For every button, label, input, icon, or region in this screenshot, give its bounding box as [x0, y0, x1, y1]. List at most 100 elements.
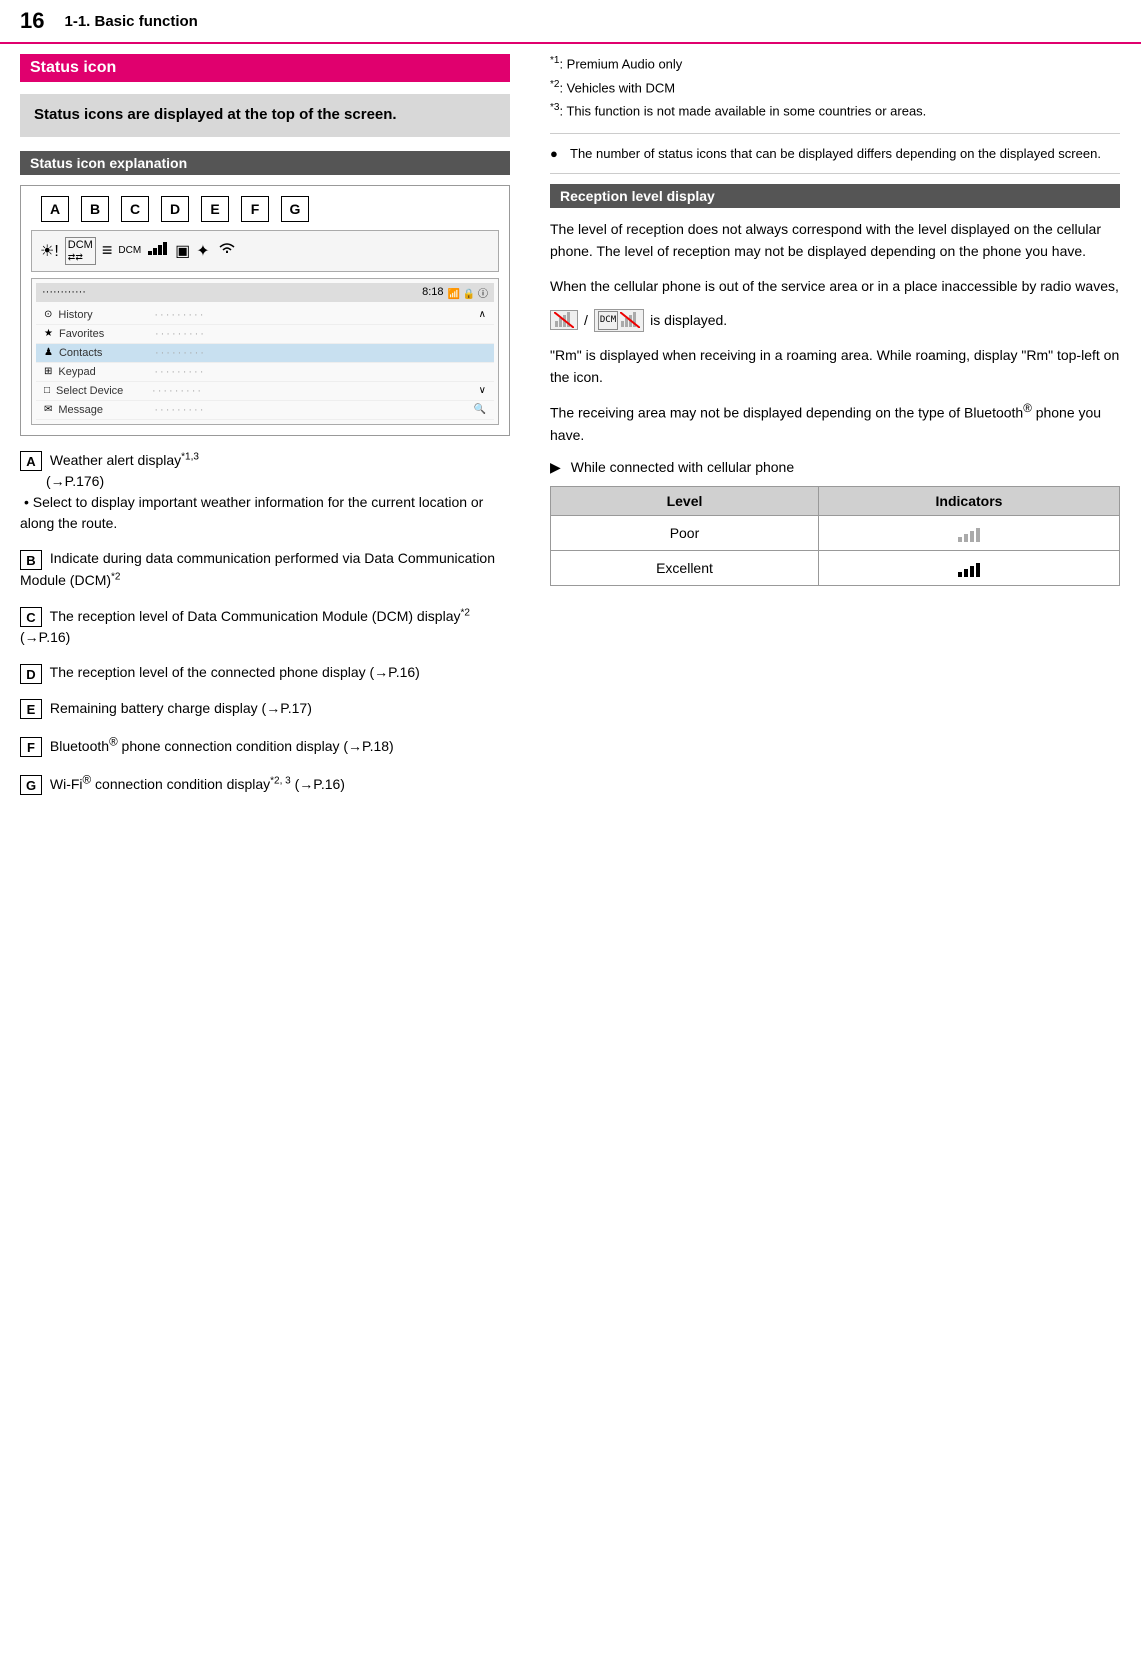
list-item: □ Select Device ········· ∨	[36, 382, 494, 401]
table-row-poor: Poor	[551, 515, 1120, 550]
connected-label: While connected with cellular phone	[571, 459, 794, 475]
level-poor: Poor	[551, 515, 819, 550]
list-dots: ·········	[152, 385, 473, 397]
bluetooth-icon: ✦	[196, 241, 209, 261]
list-dots: ·········	[154, 309, 472, 321]
list-chevron-down: ∨	[479, 385, 486, 396]
icon-labels-row: A B C D E F G	[31, 196, 499, 222]
level-table: Level Indicators Poor	[550, 486, 1120, 586]
level-excellent: Excellent	[551, 550, 819, 585]
letter-box-D: D	[20, 664, 42, 684]
list-label-contacts: Contacts	[59, 347, 149, 359]
dcm-label-icon: DCM	[118, 245, 141, 256]
indicator-poor	[818, 515, 1119, 550]
slash-separator: /	[584, 309, 588, 331]
footnote-3: *3: This function is not made available …	[550, 101, 1120, 121]
level-header: Level	[551, 486, 819, 515]
screen-time: ············	[42, 286, 86, 298]
list-item: ⊙ History ········· ∧	[36, 306, 494, 325]
item-B-text: Indicate during data communication perfo…	[20, 550, 495, 588]
list-icon-message: ✉	[44, 404, 52, 415]
item-C: C The reception level of Data Communicat…	[20, 605, 510, 648]
list-dots: ·········	[154, 404, 467, 416]
reception-heading: Reception level display	[550, 184, 1120, 208]
connected-bullet: ▶ While connected with cellular phone	[550, 459, 1120, 476]
explanation-heading: Status icon explanation	[20, 151, 510, 175]
list-icon-history: ⊙	[44, 309, 52, 320]
list-label-favorites: Favorites	[59, 328, 149, 340]
screen-mockup: ············ 8:18 📶 🔒 ⓘ ⊙ History ······…	[31, 278, 499, 425]
dcm-crossed-signal-icon: DCM	[594, 309, 644, 331]
reception-para1: The level of reception does not always c…	[550, 218, 1120, 263]
list-search-icon: 🔍	[474, 404, 486, 415]
sup-B: *2	[111, 572, 120, 583]
icon-label-D: D	[161, 196, 189, 222]
item-B: B Indicate during data communication per…	[20, 548, 510, 591]
item-A: A Weather alert display*1,3 (→P.176) • S…	[20, 450, 510, 535]
icon-label-G: G	[281, 196, 309, 222]
letter-box-F: F	[20, 737, 42, 757]
item-A-bullet: • Select to display important weather in…	[20, 494, 483, 531]
weather-alert-icon: ☀!	[40, 241, 59, 261]
list-label-message: Message	[58, 404, 148, 416]
icon-symbols-row: ☀! DCM⇄⇄ ≡ DCM ▣ ✦	[31, 230, 499, 272]
icon-label-F: F	[241, 196, 269, 222]
icon-label-B: B	[81, 196, 109, 222]
footnote-section: *1: Premium Audio only *2: Vehicles with…	[550, 54, 1120, 121]
signal-displayed-line: / DCM is displayed.	[550, 309, 1120, 331]
footnote-1: *1: Premium Audio only	[550, 54, 1120, 74]
screen-status-icons: 📶 🔒 ⓘ	[448, 285, 488, 300]
triangle-bullet-icon: ▶	[550, 459, 561, 476]
item-C-text: The reception level of Data Communicatio…	[20, 608, 470, 645]
item-F-text: Bluetooth® phone connection condition di…	[50, 738, 394, 754]
list-dots: ·········	[154, 366, 486, 378]
signal-bars-icon	[147, 240, 169, 261]
page-number: 16	[20, 8, 44, 34]
table-row-excellent: Excellent	[551, 550, 1120, 585]
content-area: Status icon Status icons are displayed a…	[0, 54, 1141, 809]
battery-icon: ▣	[175, 241, 190, 261]
note-text: The number of status icons that can be d…	[570, 144, 1101, 164]
list-item: ★ Favorites ·········	[36, 325, 494, 344]
list-icon-favorites: ★	[44, 328, 53, 339]
icon-label-E: E	[201, 196, 229, 222]
note-bullet: ● The number of status icons that can be…	[550, 144, 1120, 164]
item-A-text: Weather alert display*1,3	[50, 452, 199, 468]
lines-icon: ≡	[102, 240, 113, 261]
bullet-dot: ●	[550, 144, 562, 164]
info-box: Status icons are displayed at the top of…	[20, 94, 510, 137]
divider	[550, 133, 1120, 134]
sup-C: *2	[460, 607, 469, 618]
dcm-icon: DCM⇄⇄	[65, 237, 96, 265]
list-icon-keypad: ⊞	[44, 366, 52, 377]
list-icon-select-device: □	[44, 385, 50, 396]
page-header: 16 1-1. Basic function	[0, 0, 1141, 44]
list-label-keypad: Keypad	[58, 366, 148, 378]
list-chevron: ∧	[479, 309, 486, 320]
item-E-text: Remaining battery charge display (→P.17)	[50, 700, 312, 716]
sup-A: *1,3	[181, 452, 199, 463]
list-item: ✉ Message ········· 🔍	[36, 401, 494, 420]
item-G-text: Wi-Fi® connection condition display*2, 3…	[50, 776, 345, 792]
item-F: F Bluetooth® phone connection condition …	[20, 733, 510, 757]
icon-diagram: A B C D E F G ☀! DCM⇄⇄ ≡ DCM	[20, 185, 510, 436]
list-dots: ·········	[155, 347, 486, 359]
indicators-header: Indicators	[818, 486, 1119, 515]
status-icon-heading: Status icon	[20, 54, 510, 82]
divider2	[550, 173, 1120, 174]
item-G: G Wi-Fi® connection condition display*2,…	[20, 771, 510, 795]
icon-label-A: A	[41, 196, 69, 222]
item-A-link: (→P.176)	[20, 473, 104, 489]
icon-label-C: C	[121, 196, 149, 222]
letter-box-B: B	[20, 550, 42, 570]
reception-para3: "Rm" is displayed when receiving in a ro…	[550, 344, 1120, 389]
list-label-select-device: Select Device	[56, 385, 146, 397]
letter-box-A: A	[20, 451, 42, 471]
crossed-signal-icon	[550, 310, 578, 330]
left-column: Status icon Status icons are displayed a…	[20, 54, 540, 809]
reception-para2: When the cellular phone is out of the se…	[550, 275, 1120, 297]
item-E: E Remaining battery charge display (→P.1…	[20, 698, 510, 719]
list-item: ♟ Contacts ·········	[36, 344, 494, 363]
list-dots: ·········	[155, 328, 486, 340]
right-column: *1: Premium Audio only *2: Vehicles with…	[540, 54, 1120, 809]
